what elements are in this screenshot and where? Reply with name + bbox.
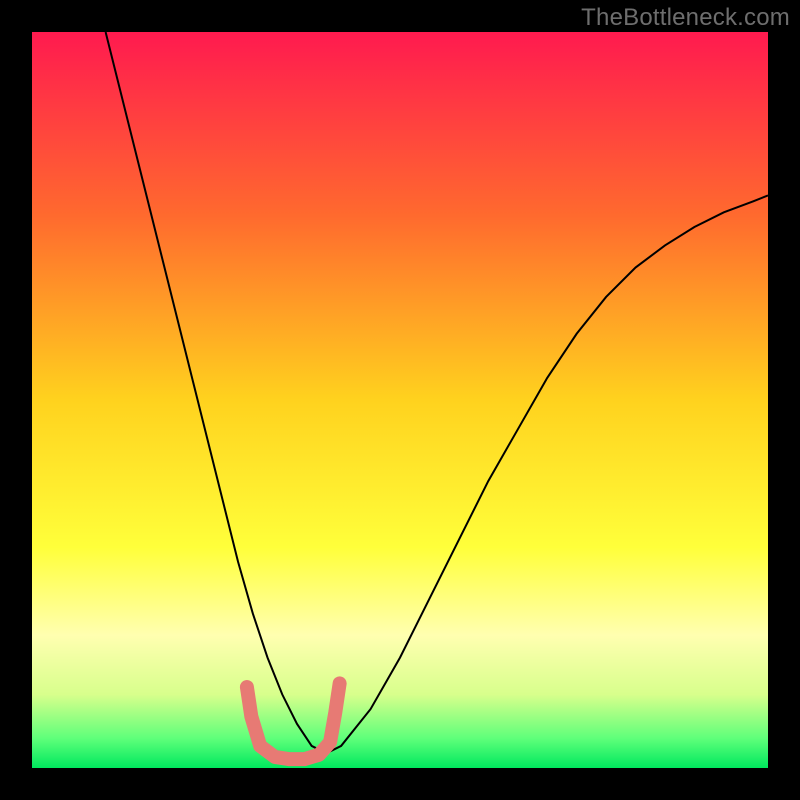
plot-area <box>32 32 768 768</box>
chart-frame: TheBottleneck.com <box>0 0 800 800</box>
bottleneck-chart <box>32 32 768 768</box>
watermark-label: TheBottleneck.com <box>581 4 790 32</box>
